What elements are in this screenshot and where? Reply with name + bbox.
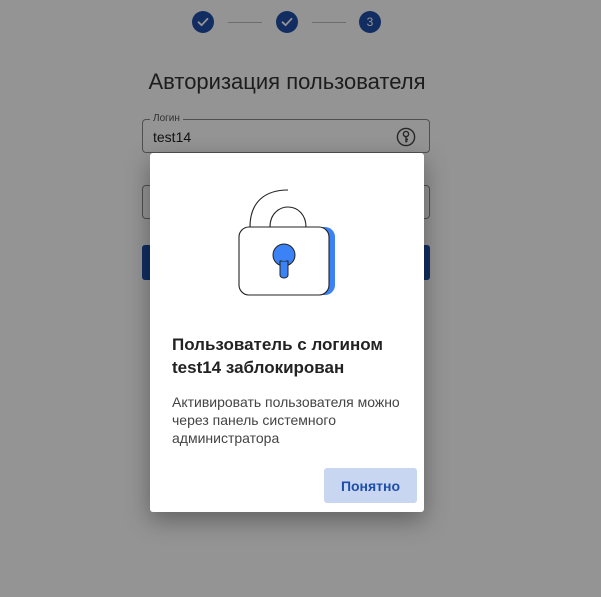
- auth-page: 3 Авторизация пользователя Логин test14: [0, 0, 601, 597]
- blocked-user-dialog: Пользователь с логином test14 заблокиров…: [150, 153, 424, 512]
- ok-button[interactable]: Понятно: [324, 468, 417, 503]
- dialog-title: Пользователь с логином test14 заблокиров…: [172, 335, 383, 377]
- dialog-message: Активировать пользователя можно через па…: [172, 394, 400, 446]
- lock-icon: [238, 189, 335, 296]
